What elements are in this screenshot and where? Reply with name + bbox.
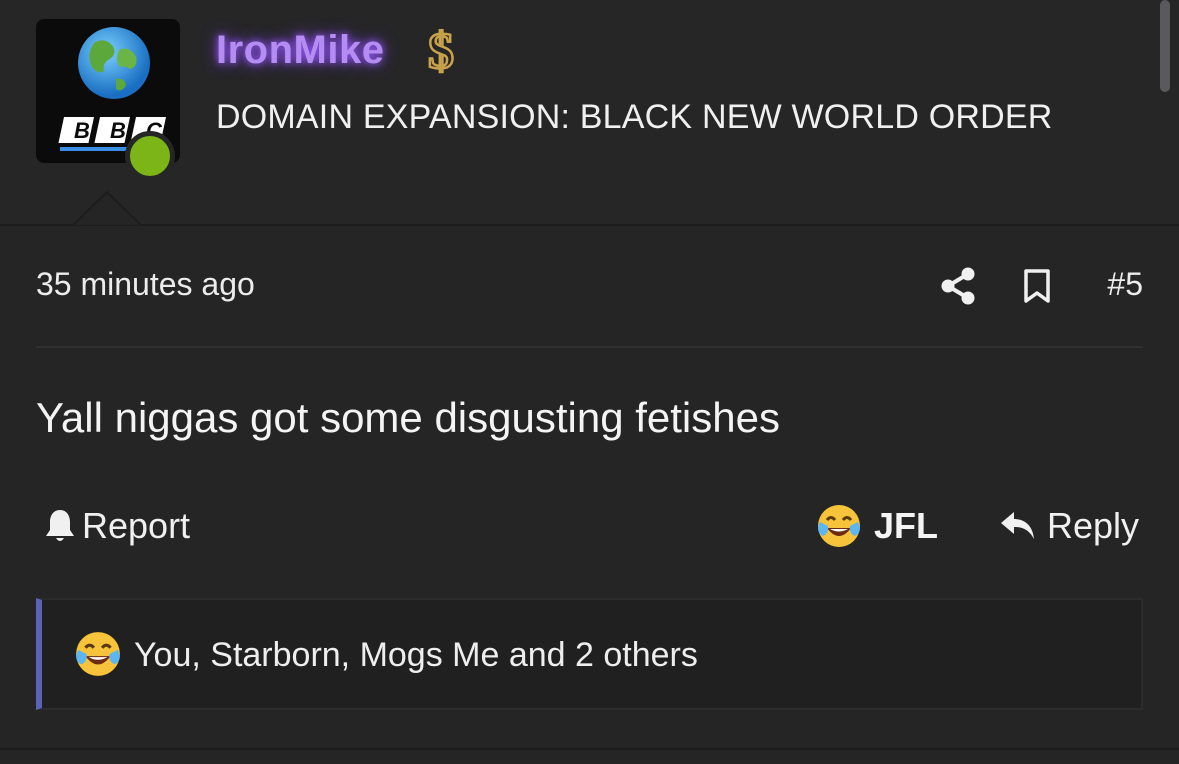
reply-button[interactable]: Reply: [999, 502, 1139, 550]
post-timestamp[interactable]: 35 minutes ago: [36, 266, 255, 303]
post-meta: 35 minutes ago #5: [36, 264, 1143, 312]
avatar-logo-letter: B: [74, 118, 90, 143]
bell-icon: [46, 510, 74, 541]
tears-of-joy-emoji-icon: [76, 632, 120, 676]
user-title: DOMAIN EXPANSION: BLACK NEW WORLD ORDER: [216, 98, 1053, 136]
report-button[interactable]: Report: [44, 502, 190, 550]
report-label: Report: [82, 505, 191, 546]
username[interactable]: IronMike: [216, 28, 384, 73]
tears-of-joy-emoji-icon: [818, 505, 860, 547]
online-status-dot: [125, 131, 175, 181]
header-pointer: [72, 190, 142, 226]
meta-divider: [36, 346, 1143, 348]
reactions-summary-text[interactable]: You, Starborn, Mogs Me and 2 others: [134, 636, 698, 675]
reaction-button[interactable]: JFL: [816, 500, 938, 552]
header-divider: [0, 224, 1179, 226]
reactions-summary[interactable]: You, Starborn, Mogs Me and 2 others: [36, 598, 1143, 710]
reply-icon: [1000, 512, 1034, 539]
svg-text:$: $: [428, 23, 454, 76]
avatar[interactable]: B B C: [36, 19, 180, 181]
scrollbar-thumb[interactable]: [1160, 0, 1170, 92]
reply-label: Reply: [1046, 505, 1139, 546]
share-icon[interactable]: [940, 266, 976, 306]
post-number[interactable]: #5: [1107, 266, 1143, 303]
post-body: Yall niggas got some disgusting fetishes: [36, 394, 780, 441]
dollar-badge-icon: $: [424, 22, 468, 82]
svg-text:B: B: [110, 118, 126, 143]
reaction-label: JFL: [874, 505, 939, 546]
bottom-divider: [0, 748, 1179, 750]
bookmark-icon[interactable]: [1022, 268, 1052, 304]
post-actions: Report JFL Reply: [36, 500, 1143, 552]
